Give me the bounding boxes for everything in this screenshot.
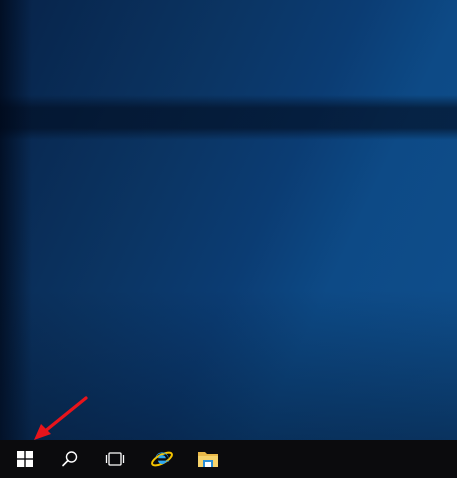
- search-button[interactable]: [47, 440, 93, 478]
- start-button[interactable]: [2, 440, 48, 478]
- task-view-button[interactable]: [92, 440, 138, 478]
- internet-explorer-icon: [150, 447, 174, 471]
- file-explorer-button[interactable]: [185, 440, 231, 478]
- file-explorer-icon: [197, 449, 219, 469]
- search-icon: [61, 450, 79, 468]
- internet-explorer-button[interactable]: [139, 440, 185, 478]
- taskbar: [0, 440, 457, 478]
- desktop-background: [0, 0, 457, 440]
- task-view-icon: [105, 451, 125, 467]
- windows-logo-icon: [17, 451, 33, 467]
